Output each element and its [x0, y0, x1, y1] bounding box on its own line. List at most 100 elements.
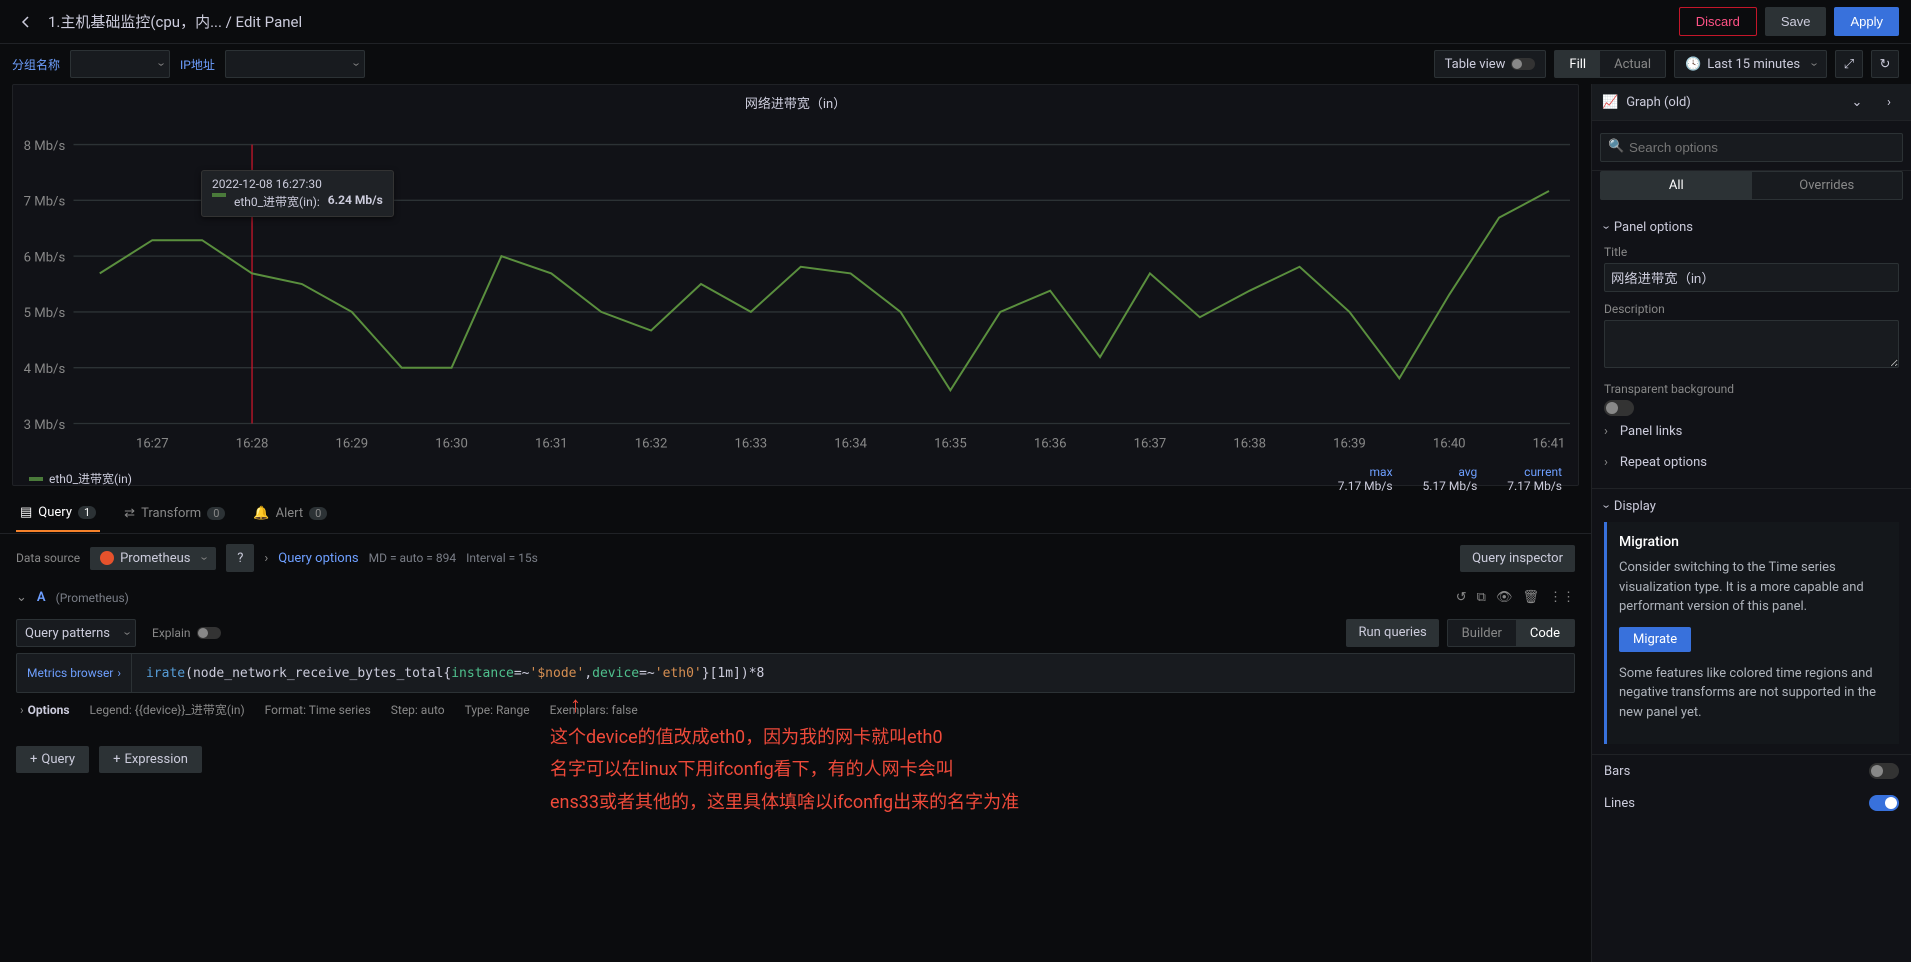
- search-options-input[interactable]: [1600, 133, 1903, 162]
- explain-toggle[interactable]: [197, 627, 221, 639]
- alert-icon: 🔔: [253, 506, 269, 521]
- viz-type-picker[interactable]: 📈 Graph (old): [1602, 95, 1837, 110]
- refresh-button[interactable]: ↻: [1871, 50, 1899, 78]
- chart-tooltip: 2022-12-08 16:27:30 eth0_进带宽(in): 6.24 M…: [201, 170, 394, 217]
- builder-toggle[interactable]: Builder: [1448, 620, 1516, 646]
- panel-description-input[interactable]: [1604, 320, 1899, 368]
- drag-handle-icon[interactable]: ⋮⋮: [1549, 590, 1575, 605]
- query-letter[interactable]: A: [37, 590, 46, 605]
- tab-overrides[interactable]: Overrides: [1752, 172, 1903, 199]
- code-toggle[interactable]: Code: [1516, 620, 1574, 646]
- section-display[interactable]: › Display: [1604, 499, 1899, 514]
- time-range-picker[interactable]: 🕓 Last 15 minutes: [1674, 50, 1827, 78]
- add-query-button[interactable]: +Query: [16, 746, 89, 773]
- datasource-help-button[interactable]: ?: [226, 544, 254, 572]
- lines-label: Lines: [1604, 796, 1635, 811]
- svg-text:16:39: 16:39: [1333, 436, 1366, 451]
- chevron-right-icon: ›: [1887, 95, 1891, 110]
- migrate-button[interactable]: Migrate: [1619, 627, 1691, 652]
- fill-toggle[interactable]: Fill: [1555, 51, 1600, 77]
- tooltip-value: 6.24 Mb/s: [328, 193, 383, 210]
- promql-editor[interactable]: irate(node_network_receive_bytes_total{i…: [140, 666, 1574, 681]
- options-toggle[interactable]: Options: [28, 703, 70, 717]
- alert-count-badge: 0: [309, 507, 327, 520]
- collapse-icon[interactable]: ⌄: [16, 590, 27, 605]
- query-inspector-button[interactable]: Query inspector: [1460, 545, 1575, 572]
- legend-avg-value: 5.17 Mb/s: [1423, 479, 1478, 493]
- legend-current-label: current: [1507, 465, 1562, 479]
- svg-text:8 Mb/s: 8 Mb/s: [24, 139, 66, 154]
- query-ds-hint: (Prometheus): [56, 591, 129, 605]
- tab-transform[interactable]: ⇄ Transform 0: [120, 496, 229, 531]
- chevron-down-icon: ›: [1598, 505, 1613, 509]
- zoom-out-button[interactable]: ⤢: [1835, 50, 1863, 78]
- switch-icon: [1511, 58, 1535, 70]
- section-repeat-options[interactable]: Repeat options: [1604, 447, 1899, 478]
- search-icon: 🔍: [1608, 139, 1624, 154]
- panel-title: 网络进带宽（in）: [21, 93, 1570, 112]
- svg-text:16:27: 16:27: [136, 436, 169, 451]
- datasource-label: Data source: [16, 551, 80, 565]
- discard-button[interactable]: Discard: [1679, 7, 1757, 36]
- metrics-browser-button[interactable]: Metrics browser ›: [17, 654, 132, 692]
- arrow-left-icon: [18, 14, 34, 30]
- section-panel-options[interactable]: › Panel options: [1604, 220, 1899, 235]
- tab-query[interactable]: ▤ Query 1: [16, 495, 100, 532]
- legend-max-value: 7.17 Mb/s: [1338, 479, 1393, 493]
- title-field-label: Title: [1604, 245, 1899, 259]
- query-patterns-select[interactable]: Query patterns: [16, 619, 136, 647]
- section-panel-links[interactable]: Panel links: [1604, 416, 1899, 447]
- svg-text:16:36: 16:36: [1034, 436, 1067, 451]
- table-view-toggle[interactable]: Table view: [1434, 50, 1547, 78]
- tooltip-series: eth0_进带宽(in):: [234, 193, 320, 210]
- tab-alert[interactable]: 🔔 Alert 0: [249, 496, 331, 531]
- panel-title-input[interactable]: [1604, 263, 1899, 292]
- migration-text-1: Consider switching to the Time series vi…: [1619, 558, 1887, 617]
- svg-text:4 Mb/s: 4 Mb/s: [24, 362, 66, 377]
- transparent-toggle[interactable]: [1604, 400, 1634, 416]
- viz-picker-expand[interactable]: ⌄: [1845, 90, 1869, 114]
- time-range-label: Last 15 minutes: [1707, 57, 1800, 72]
- actual-toggle[interactable]: Actual: [1600, 51, 1665, 77]
- var-ip-select[interactable]: [225, 50, 365, 78]
- step-info: Step: auto: [391, 703, 445, 717]
- datasource-select[interactable]: Prometheus: [90, 547, 216, 570]
- svg-text:16:28: 16:28: [236, 436, 269, 451]
- save-button[interactable]: Save: [1765, 7, 1827, 36]
- chevron-right-icon: ›: [117, 666, 121, 680]
- query-count-badge: 1: [78, 506, 96, 519]
- svg-text:16:31: 16:31: [535, 436, 568, 451]
- chevron-down-icon: ⌄: [1852, 95, 1863, 110]
- viz-picker-next[interactable]: ›: [1877, 90, 1901, 114]
- svg-text:16:29: 16:29: [335, 436, 368, 451]
- query-options-link[interactable]: Query options: [278, 551, 358, 566]
- eye-icon[interactable]: 👁: [1496, 590, 1513, 605]
- run-queries-button[interactable]: Run queries: [1346, 619, 1438, 647]
- var-ip-label: IP地址: [180, 56, 215, 73]
- svg-text:16:41: 16:41: [1533, 436, 1566, 451]
- type-info: Type: Range: [465, 703, 530, 717]
- back-button[interactable]: [12, 8, 40, 36]
- svg-text:7 Mb/s: 7 Mb/s: [24, 195, 66, 210]
- breadcrumb[interactable]: 1.主机基础监控(cpu，内... / Edit Panel: [48, 11, 302, 32]
- history-icon[interactable]: ↺: [1456, 590, 1467, 605]
- transform-icon: ⇄: [124, 506, 135, 521]
- duplicate-icon[interactable]: ⧉: [1477, 590, 1486, 605]
- svg-text:16:34: 16:34: [834, 436, 867, 451]
- add-expression-button[interactable]: +Expression: [99, 746, 202, 773]
- md-info: MD = auto = 894: [369, 551, 456, 565]
- tab-all[interactable]: All: [1601, 172, 1752, 199]
- apply-button[interactable]: Apply: [1834, 7, 1899, 36]
- format-info: Format: Time series: [265, 703, 371, 717]
- var-group-select[interactable]: [70, 50, 170, 78]
- plus-icon: +: [113, 752, 120, 767]
- chart-canvas[interactable]: 8 Mb/s 7 Mb/s 6 Mb/s 5 Mb/s 4 Mb/s 3 Mb/…: [21, 118, 1570, 461]
- legend-series-name[interactable]: eth0_进带宽(in): [49, 470, 132, 487]
- legend-current-value: 7.17 Mb/s: [1507, 479, 1562, 493]
- exemplars-info: Exemplars: false: [550, 703, 638, 717]
- trash-icon[interactable]: 🗑: [1522, 590, 1539, 605]
- chevron-down-icon: [1806, 57, 1816, 72]
- lines-toggle[interactable]: [1869, 795, 1899, 811]
- bars-toggle[interactable]: [1869, 763, 1899, 779]
- series-color-swatch: [212, 193, 226, 197]
